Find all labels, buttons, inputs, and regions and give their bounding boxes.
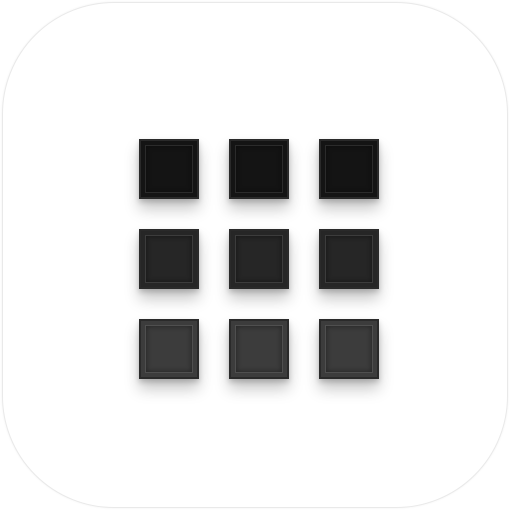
grid-tile — [139, 229, 199, 289]
grid-tile — [319, 319, 379, 379]
grid-tile — [229, 229, 289, 289]
grid-icon — [139, 139, 379, 379]
app-icon-background[interactable] — [2, 2, 508, 508]
grid-tile — [229, 319, 289, 379]
grid-tile — [139, 319, 199, 379]
grid-tile — [139, 139, 199, 199]
grid-tile — [319, 229, 379, 289]
grid-tile — [229, 139, 289, 199]
grid-tile — [319, 139, 379, 199]
